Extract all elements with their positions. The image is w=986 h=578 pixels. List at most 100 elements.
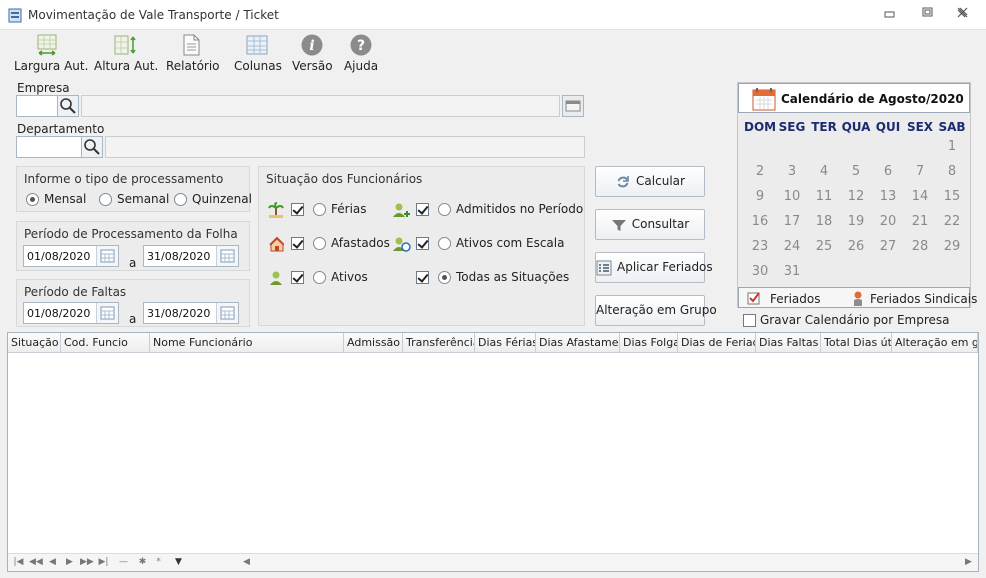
calendar-day-24[interactable]: 24	[776, 239, 808, 254]
periodo-folha-end-input[interactable]: 31/08/2020	[143, 245, 239, 267]
calendar-icon[interactable]	[96, 303, 118, 323]
calendar-day-28[interactable]: 28	[904, 239, 936, 254]
column-header[interactable]: Admissão	[344, 333, 403, 353]
next-page-icon[interactable]: ▶▶	[80, 556, 94, 569]
calendar-day-14[interactable]: 14	[904, 189, 936, 204]
radio-admitidos[interactable]	[438, 203, 451, 216]
calendar-day-9[interactable]: 9	[744, 189, 776, 204]
calendar-day-27[interactable]: 27	[872, 239, 904, 254]
calendar-day-3[interactable]: 3	[776, 164, 808, 179]
calendar-day-6[interactable]: 6	[872, 164, 904, 179]
check-todas-situacoes[interactable]	[416, 271, 429, 284]
close-button[interactable]	[951, 6, 975, 24]
calendar-day-21[interactable]: 21	[904, 214, 936, 229]
calendar-day-7[interactable]: 7	[904, 164, 936, 179]
calendar-day-20[interactable]: 20	[872, 214, 904, 229]
calendar-day-31[interactable]: 31	[776, 264, 808, 279]
next-record-icon[interactable]: ▶	[63, 556, 76, 569]
scroll-left-icon[interactable]: ◀	[240, 556, 253, 569]
prior-record-icon[interactable]: ◀	[46, 556, 59, 569]
periodo-folha-start-input[interactable]: 01/08/2020	[23, 245, 119, 267]
periodo-faltas-end-input[interactable]: 31/08/2020	[143, 302, 239, 324]
calendar-day-30[interactable]: 30	[744, 264, 776, 279]
first-record-icon[interactable]: |◀	[12, 556, 25, 569]
calendar-icon[interactable]	[216, 246, 238, 266]
column-header[interactable]: Transferência	[403, 333, 475, 353]
calendar-day-5[interactable]: 5	[840, 164, 872, 179]
radio-afastados[interactable]	[313, 237, 326, 250]
radio-quinzenal[interactable]	[174, 193, 187, 206]
calendar-day-11[interactable]: 11	[808, 189, 840, 204]
alteracao-grupo-button[interactable]: Alteração em Grupo	[595, 295, 717, 326]
calcular-button[interactable]: Calcular	[595, 166, 705, 197]
empresa-search-button[interactable]	[57, 95, 79, 117]
column-header[interactable]: Situação	[8, 333, 61, 353]
calendar-icon[interactable]	[216, 303, 238, 323]
insert-record-icon[interactable]: ✱	[136, 556, 149, 569]
calendar-day-25[interactable]: 25	[808, 239, 840, 254]
maximize-button[interactable]	[916, 6, 940, 24]
calendar-day-8[interactable]: 8	[936, 164, 968, 179]
calendar-day-12[interactable]: 12	[840, 189, 872, 204]
calendar-day-19[interactable]: 19	[840, 214, 872, 229]
aplicar-feriados-button[interactable]: Aplicar Feriados	[595, 252, 713, 283]
column-header[interactable]: Nome Funcionário	[150, 333, 344, 353]
calendar-day-26[interactable]: 26	[840, 239, 872, 254]
column-header[interactable]: Dias Faltas	[756, 333, 821, 353]
calendar-day-29[interactable]: 29	[936, 239, 968, 254]
column-header[interactable]: Dias Folga	[620, 333, 678, 353]
radio-todas-situacoes[interactable]	[438, 271, 451, 284]
check-admitidos[interactable]	[416, 203, 429, 216]
minimize-button[interactable]	[878, 6, 902, 24]
check-afastados[interactable]	[291, 237, 304, 250]
check-ativos[interactable]	[291, 271, 304, 284]
weekday-qua: QUA	[841, 120, 871, 134]
version-button[interactable]: i Versão	[292, 30, 333, 76]
empresa-code-input[interactable]	[16, 95, 58, 117]
calendar-day-10[interactable]: 10	[776, 189, 808, 204]
filter-icon[interactable]: ▼	[172, 556, 185, 569]
report-button[interactable]: Relatório	[166, 30, 220, 76]
consultar-button[interactable]: Consultar	[595, 209, 705, 240]
calendar-day-17[interactable]: 17	[776, 214, 808, 229]
calendar-day-15[interactable]: 15	[936, 189, 968, 204]
periodo-faltas-start-input[interactable]: 01/08/2020	[23, 302, 119, 324]
calendar-day-13[interactable]: 13	[872, 189, 904, 204]
check-ativos-escala[interactable]	[416, 237, 429, 250]
calendar-day-1[interactable]: 1	[936, 139, 968, 154]
column-header[interactable]: Total Dias úteis	[821, 333, 892, 353]
calendar-day-23[interactable]: 23	[744, 239, 776, 254]
gravar-calendario-checkbox[interactable]	[743, 314, 756, 327]
radio-ativos[interactable]	[313, 271, 326, 284]
width-auto-button[interactable]: Largura Aut.	[14, 30, 88, 76]
calendar-icon[interactable]	[96, 246, 118, 266]
column-header[interactable]: Cod. Funcio	[61, 333, 150, 353]
calendar-day-16[interactable]: 16	[744, 214, 776, 229]
check-ferias[interactable]	[291, 203, 304, 216]
radio-mensal[interactable]	[26, 193, 39, 206]
prior-page-icon[interactable]: ◀◀	[29, 556, 43, 569]
scroll-right-icon[interactable]: ▶	[962, 556, 975, 569]
departamento-code-input[interactable]	[16, 136, 82, 158]
column-header[interactable]: Dias Afastamento	[536, 333, 620, 353]
radio-semanal[interactable]	[99, 193, 112, 206]
help-button[interactable]: ? Ajuda	[342, 30, 380, 76]
radio-ativos-escala[interactable]	[438, 237, 451, 250]
empresa-list-button[interactable]	[562, 95, 584, 117]
height-auto-button[interactable]: Altura Aut.	[94, 30, 158, 76]
column-header[interactable]: Alteração em grupo	[892, 333, 978, 353]
column-header[interactable]: Dias Férias	[475, 333, 536, 353]
departamento-search-button[interactable]	[81, 136, 103, 158]
last-record-icon[interactable]: ▶|	[97, 556, 110, 569]
delete-record-icon[interactable]: —	[117, 556, 130, 569]
employees-grid[interactable]: Situação Cod. Funcio Nome Funcionário Admis…	[7, 332, 979, 572]
columns-button[interactable]: Colunas	[234, 30, 282, 76]
calendar-day-18[interactable]: 18	[808, 214, 840, 229]
calendar-day-4[interactable]: 4	[808, 164, 840, 179]
column-header[interactable]: Dias de Feriado	[678, 333, 756, 353]
calendar-day-2[interactable]: 2	[744, 164, 776, 179]
radio-ferias[interactable]	[313, 203, 326, 216]
calendar-day-22[interactable]: 22	[936, 214, 968, 229]
append-record-icon[interactable]: *	[152, 556, 165, 569]
person-schedule-icon	[393, 237, 411, 252]
